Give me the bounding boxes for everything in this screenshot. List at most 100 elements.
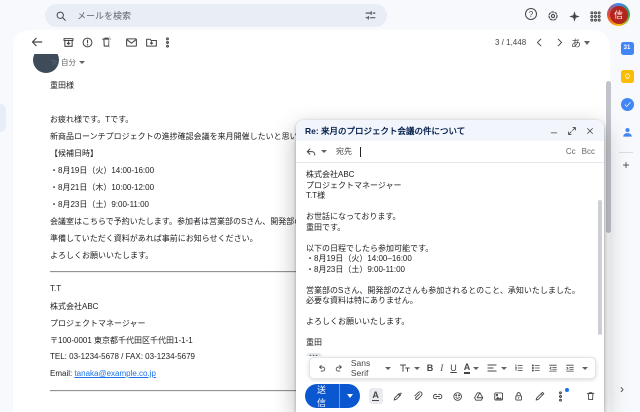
insert-signature-icon[interactable]: [534, 390, 545, 403]
align-button[interactable]: [486, 362, 507, 374]
insert-link-icon[interactable]: [432, 390, 443, 403]
compose-title-bar[interactable]: Re: 来月のプロジェクト会議の件について: [296, 120, 604, 141]
reply-arrow-icon[interactable]: [305, 146, 317, 158]
report-spam-icon[interactable]: [79, 34, 95, 50]
bold-button[interactable]: B: [427, 363, 434, 373]
send-label: 送信: [305, 384, 339, 408]
newer-chevron-icon[interactable]: [531, 34, 547, 50]
underline-button[interactable]: U: [450, 363, 457, 373]
compose-actions-bar: 送信 A: [305, 383, 596, 409]
popout-icon[interactable]: [567, 126, 577, 136]
chevron-down-icon: [473, 367, 479, 370]
align-left-icon: [486, 362, 498, 374]
main-scrollbar[interactable]: [606, 81, 611, 233]
send-options-chevron-icon[interactable]: [340, 394, 360, 398]
compose-body-line: [306, 201, 594, 212]
font-family-selector[interactable]: Sans Serif: [351, 358, 391, 378]
more-options-icon[interactable]: [159, 34, 175, 50]
font-size-selector[interactable]: [398, 362, 420, 374]
send-button[interactable]: 送信: [305, 384, 360, 408]
tasks-tile: [621, 98, 634, 111]
insert-drive-icon[interactable]: [473, 390, 484, 403]
cc-button[interactable]: Cc: [566, 147, 576, 156]
more-formatting-chevron-icon[interactable]: [582, 367, 588, 370]
close-icon[interactable]: [585, 126, 595, 136]
compose-to-label: 宛先: [336, 146, 352, 157]
show-trimmed-content-button[interactable]: •••: [306, 353, 322, 357]
compose-recipients-row[interactable]: 宛先 Cc Bcc: [296, 141, 604, 163]
back-arrow-icon[interactable]: [29, 34, 45, 50]
search-bar[interactable]: [45, 4, 387, 27]
compose-window: Re: 来月のプロジェクト会議の件について 宛先 Cc Bcc 株式会社ABCプ…: [296, 120, 604, 412]
compose-scrollbar[interactable]: [598, 200, 602, 335]
contacts-icon[interactable]: [619, 124, 635, 140]
older-chevron-icon[interactable]: [551, 34, 567, 50]
more-send-options-icon[interactable]: [554, 390, 567, 403]
insert-emoji-icon[interactable]: [452, 390, 463, 403]
collapse-panel-icon[interactable]: ›: [620, 382, 624, 396]
gemini-sparkle-icon[interactable]: [566, 8, 582, 24]
minimize-icon[interactable]: [549, 126, 559, 136]
calendar-tile: 31: [621, 42, 634, 55]
compose-body-line: 営業部のSさん、開発部のZさんも参加されるとのこと、承知いたしました。: [306, 285, 594, 296]
settings-gear-icon[interactable]: [545, 8, 561, 24]
gmail-app: ? 信: [0, 0, 640, 412]
mark-unread-icon[interactable]: [123, 34, 139, 50]
compose-body-line: T.T様: [306, 190, 594, 201]
compose-body-lines: 株式会社ABCプロジェクトマネージャーT.T様お世話になっております。重田です。…: [306, 169, 594, 348]
tasks-icon[interactable]: [619, 96, 635, 112]
calendar-icon[interactable]: 31: [619, 40, 635, 56]
input-tools-button[interactable]: あ: [571, 35, 590, 50]
email-body-line: [50, 97, 610, 114]
compose-body-editor[interactable]: 株式会社ABCプロジェクトマネージャーT.T様お世話になっております。重田です。…: [296, 164, 604, 356]
help-icon[interactable]: ?: [525, 8, 537, 20]
new-feature-dot: [565, 388, 569, 392]
to-label: To 自分: [51, 57, 76, 68]
email-body-line: 重田様: [50, 80, 610, 97]
top-bar: ? 信: [0, 0, 640, 30]
avatar-initial: 信: [610, 6, 628, 24]
reply-type-chevron-icon[interactable]: [321, 150, 327, 153]
redo-icon[interactable]: [334, 362, 344, 374]
discard-draft-icon[interactable]: [585, 390, 596, 403]
italic-button[interactable]: I: [440, 363, 443, 373]
recipient-summary[interactable]: To 自分: [51, 57, 85, 68]
delete-trash-icon[interactable]: [98, 34, 114, 50]
search-icon: [55, 10, 67, 22]
keep-tile: [621, 70, 634, 83]
email-label: Email:: [50, 369, 74, 378]
compose-body-line: [306, 327, 594, 338]
bcc-button[interactable]: Bcc: [582, 147, 595, 156]
compose-body-line: 以下の日程でしたら参加可能です。: [306, 243, 594, 254]
pagination-counter: 3 / 1,448: [495, 38, 526, 47]
confidential-mode-icon[interactable]: [513, 390, 524, 403]
numbered-list-icon[interactable]: [514, 362, 524, 374]
email-address-link[interactable]: tanaka@example.co.jp: [74, 369, 156, 378]
compose-body-line: よろしくお願いいたします。: [306, 316, 594, 327]
attach-file-icon[interactable]: [412, 390, 423, 403]
help-me-write-icon[interactable]: [392, 390, 403, 403]
compose-body-line: お世話になっております。: [306, 211, 594, 222]
compose-body-line: ・8月19日（火）14:00–16:00: [306, 253, 594, 264]
indent-increase-icon[interactable]: [565, 362, 575, 374]
compose-body-line: [306, 274, 594, 285]
search-filter-icon[interactable]: [364, 9, 377, 22]
archive-icon[interactable]: [60, 34, 76, 50]
undo-icon[interactable]: [317, 362, 327, 374]
chevron-down-icon: [414, 367, 420, 370]
insert-photo-icon[interactable]: [493, 390, 504, 403]
toolbar-divider: [109, 36, 110, 48]
text-color-button[interactable]: A: [464, 363, 480, 374]
move-to-folder-icon[interactable]: [143, 34, 159, 50]
formatting-options-button[interactable]: A: [369, 388, 383, 404]
search-input[interactable]: [75, 10, 356, 22]
bulleted-list-icon[interactable]: [531, 362, 541, 374]
get-addons-button[interactable]: +: [619, 158, 633, 172]
compose-body-line: 重田: [306, 337, 594, 348]
account-avatar[interactable]: 信: [607, 3, 630, 26]
indent-decrease-icon[interactable]: [548, 362, 558, 374]
compose-body-line: プロジェクトマネージャー: [306, 180, 594, 191]
keep-icon[interactable]: [619, 68, 635, 84]
compose-body-line: [306, 306, 594, 317]
apps-grid-icon[interactable]: [587, 8, 603, 24]
